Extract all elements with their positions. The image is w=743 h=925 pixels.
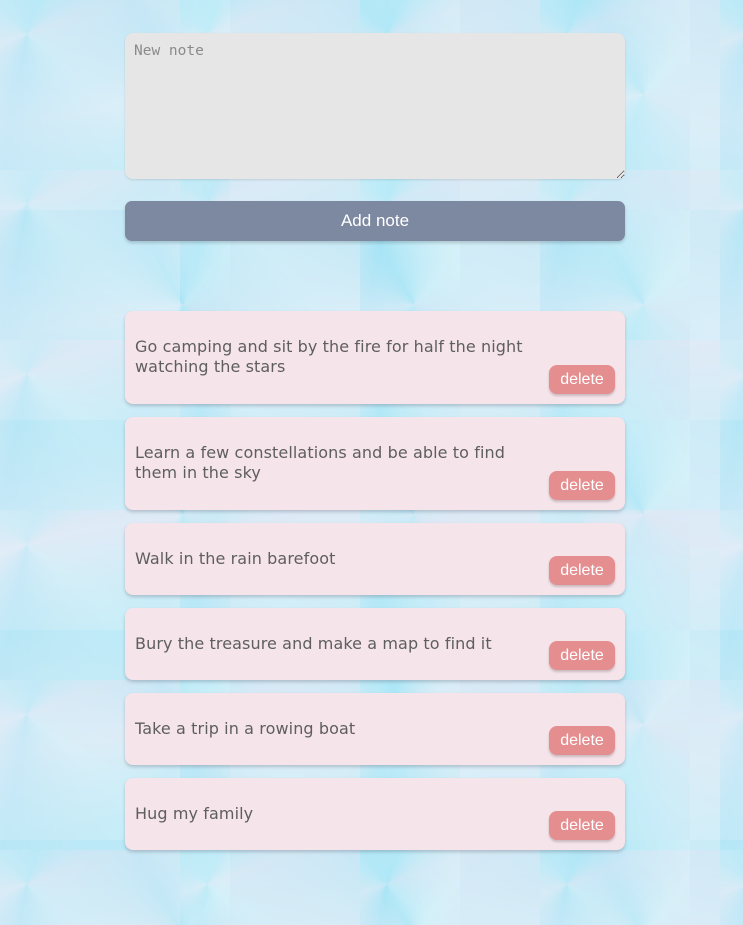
note-card: Bury the treasure and make a map to find… [125,608,625,680]
note-card: Hug my family delete [125,778,625,850]
delete-note-button[interactable]: delete [549,641,615,670]
delete-note-button[interactable]: delete [549,811,615,840]
note-card: Walk in the rain barefoot delete [125,523,625,595]
note-text: Go camping and sit by the fire for half … [135,337,523,376]
note-text: Bury the treasure and make a map to find… [135,634,492,653]
new-note-input[interactable] [125,33,625,179]
note-card: Learn a few constellations and be able t… [125,417,625,510]
note-card: Take a trip in a rowing boat delete [125,693,625,765]
delete-note-button[interactable]: delete [549,471,615,500]
note-text: Walk in the rain barefoot [135,549,336,568]
note-text: Learn a few constellations and be able t… [135,443,506,482]
notes-app: Add note Go camping and sit by the fire … [125,33,625,863]
delete-note-button[interactable]: delete [549,556,615,585]
note-text: Hug my family [135,804,254,823]
note-text: Take a trip in a rowing boat [135,719,356,738]
notes-list: Go camping and sit by the fire for half … [125,311,625,850]
add-note-button[interactable]: Add note [125,201,625,241]
delete-note-button[interactable]: delete [549,726,615,755]
note-card: Go camping and sit by the fire for half … [125,311,625,404]
delete-note-button[interactable]: delete [549,365,615,394]
